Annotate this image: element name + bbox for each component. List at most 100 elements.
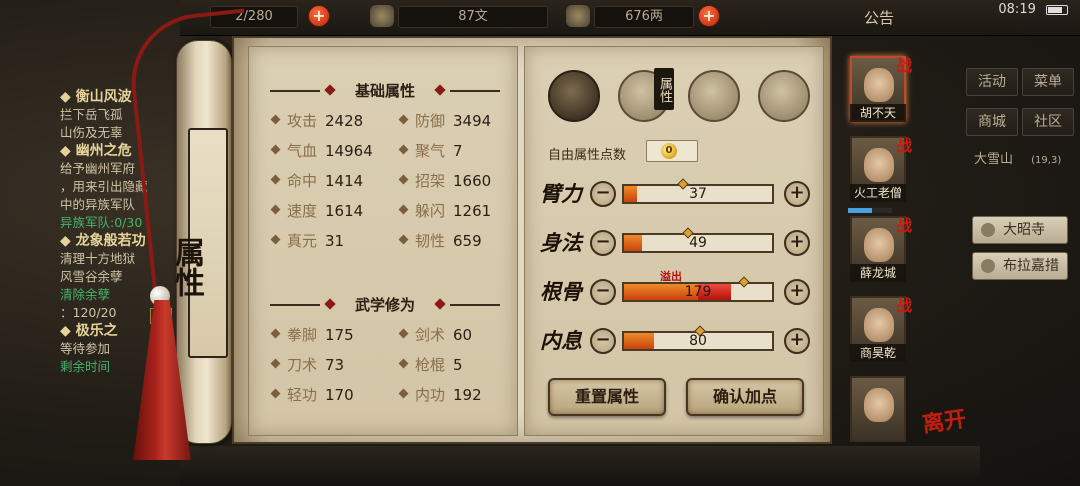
companion-face (864, 388, 894, 422)
tab-meridian[interactable] (758, 70, 810, 122)
increase-stat-button[interactable]: + (784, 279, 810, 305)
in-battle-tag: 战 (895, 296, 912, 315)
ornament-icon (324, 298, 336, 310)
ornament-icon (324, 84, 336, 96)
bullet-icon (270, 328, 281, 339)
attribute-value: 175 (325, 326, 354, 344)
in-battle-tag: 战 (895, 56, 912, 75)
clock: 08:19 (998, 2, 1036, 17)
attribute-label: 聚气 (415, 142, 446, 160)
decrease-stat-button[interactable]: − (590, 230, 616, 256)
attribute-row: 韧性 659 (398, 230, 482, 251)
bullet-icon (398, 358, 409, 369)
bullet-icon (270, 114, 281, 125)
location-coords: (19,3) (1031, 155, 1062, 166)
stat-bar: 49 (622, 227, 774, 253)
attribute-value: 192 (453, 386, 482, 404)
exp-fill (848, 208, 873, 213)
companion-portrait[interactable] (850, 376, 906, 442)
silver-ingot-icon (566, 5, 590, 27)
copper-counter: 87文 (398, 6, 548, 28)
attribute-value: 170 (325, 386, 354, 404)
add-capacity-button[interactable]: + (308, 5, 330, 27)
attribute-label: 韧性 (415, 232, 446, 250)
shop-button[interactable]: 商城 (966, 108, 1018, 136)
basic-attributes-header: 基础属性 (270, 80, 500, 102)
companion-name: 火工老僧 (850, 184, 906, 202)
scroll-title: 属性 (169, 128, 228, 358)
tab-character[interactable] (548, 70, 600, 122)
decrease-stat-button[interactable]: − (590, 181, 616, 207)
increase-stat-button[interactable]: + (784, 181, 810, 207)
ornament-icon (434, 84, 446, 96)
bullet-icon (398, 114, 409, 125)
divider (270, 304, 320, 306)
companion-portrait[interactable]: 战火工老僧 (850, 136, 912, 202)
npc-icon (981, 259, 995, 273)
battery-icon (1046, 4, 1068, 15)
attribute-value: 73 (325, 356, 345, 374)
attribute-label: 内功 (415, 386, 446, 404)
stat-bar: 179 (622, 276, 774, 302)
bullet-icon (270, 358, 281, 369)
announcement-button[interactable]: 公告 (864, 7, 894, 28)
leave-button[interactable]: 离开 (920, 401, 968, 439)
menu-button[interactable]: 菜单 (1022, 68, 1074, 96)
attribute-label: 真元 (287, 232, 318, 250)
companion-portrait[interactable]: 战胡不天 (850, 56, 912, 122)
attribute-value: 7 (453, 142, 463, 160)
confirm-allocation-button[interactable]: 确认加点 (686, 378, 804, 416)
attribute-value: 1614 (325, 202, 364, 220)
npc-list-item[interactable]: 布拉嘉措 (972, 252, 1068, 280)
increase-stat-button[interactable]: + (784, 328, 810, 354)
companion-portrait[interactable]: 战薛龙城 (850, 216, 912, 282)
attribute-row: 气血 14964 (270, 140, 373, 161)
bullet-icon (398, 174, 409, 185)
bullet-icon (270, 144, 281, 155)
bottom-toolbar (180, 446, 980, 486)
attribute-label: 招架 (415, 172, 446, 190)
free-points-value: 0 (661, 143, 677, 159)
attribute-value: 1414 (325, 172, 364, 190)
attribute-row: 聚气 7 (398, 140, 463, 161)
reset-attributes-button[interactable]: 重置属性 (548, 378, 666, 416)
stat-value: 49 (689, 235, 707, 251)
activity-button[interactable]: 活动 (966, 68, 1018, 96)
attribute-label: 剑术 (415, 326, 446, 344)
add-silver-button[interactable]: + (698, 5, 720, 27)
companion-portrait[interactable]: 战商昊乾 (850, 296, 912, 362)
stat-name: 身法 (540, 230, 582, 255)
decrease-stat-button[interactable]: − (590, 279, 616, 305)
ornament-icon (434, 298, 446, 310)
attribute-value: 1261 (453, 202, 492, 220)
basic-attributes-title: 基础属性 (354, 82, 415, 100)
companion-face (864, 68, 894, 102)
tab-taiji[interactable] (688, 70, 740, 122)
attribute-row: 轻功 170 (270, 384, 354, 405)
attribute-value: 2428 (325, 112, 364, 130)
bullet-icon (270, 204, 281, 215)
increase-stat-button[interactable]: + (784, 230, 810, 256)
attribute-label: 拳脚 (287, 326, 318, 344)
martial-header: 武学修为 (270, 294, 500, 316)
attribute-value: 14964 (325, 142, 373, 160)
attribute-label: 枪棍 (415, 356, 446, 374)
top-resource-bar: 2/280 + 87文 676两 + (180, 0, 1080, 36)
companion-face (864, 308, 894, 342)
companion-list: 战胡不天战火工老僧战薛龙城战商昊乾 (838, 52, 920, 442)
bullet-icon (398, 388, 409, 399)
decrease-stat-button[interactable]: − (590, 328, 616, 354)
bullet-icon (398, 234, 409, 245)
attribute-label: 刀术 (287, 356, 318, 374)
martial-title: 武学修为 (354, 296, 415, 314)
stat-name: 内息 (540, 328, 582, 353)
companion-name: 薛龙城 (850, 264, 906, 282)
stat-bar: 80 (622, 325, 774, 351)
attribute-row: 剑术 60 (398, 324, 472, 345)
coin-icon (370, 5, 394, 27)
community-button[interactable]: 社区 (1022, 108, 1074, 136)
attribute-row: 拳脚 175 (270, 324, 354, 345)
bullet-icon (398, 144, 409, 155)
attribute-value: 31 (325, 232, 345, 250)
npc-list-item[interactable]: 大昭寺 (972, 216, 1068, 244)
